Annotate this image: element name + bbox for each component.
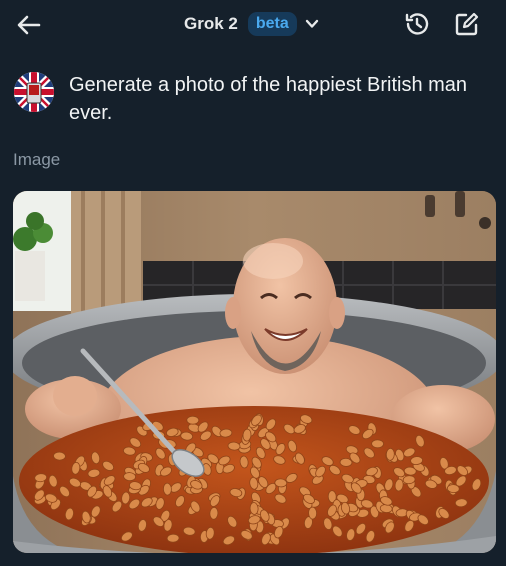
generated-image[interactable] <box>13 191 496 553</box>
union-jack-avatar <box>14 72 54 112</box>
beta-badge: beta <box>247 12 297 36</box>
edit-icon[interactable] <box>452 9 482 39</box>
chevron-down-icon <box>305 19 318 28</box>
user-prompt-text: Generate a photo of the happiest British… <box>69 74 468 124</box>
model-selector[interactable]: Grok 2 beta <box>184 11 319 37</box>
history-icon[interactable] <box>402 9 432 39</box>
result-label: Image <box>13 150 61 169</box>
happy-man-beans-image <box>13 191 496 553</box>
top-bar: Grok 2 beta <box>0 0 506 50</box>
user-avatar[interactable] <box>14 72 54 112</box>
model-name: Grok 2 <box>184 14 238 33</box>
back-arrow-icon[interactable] <box>14 10 44 40</box>
